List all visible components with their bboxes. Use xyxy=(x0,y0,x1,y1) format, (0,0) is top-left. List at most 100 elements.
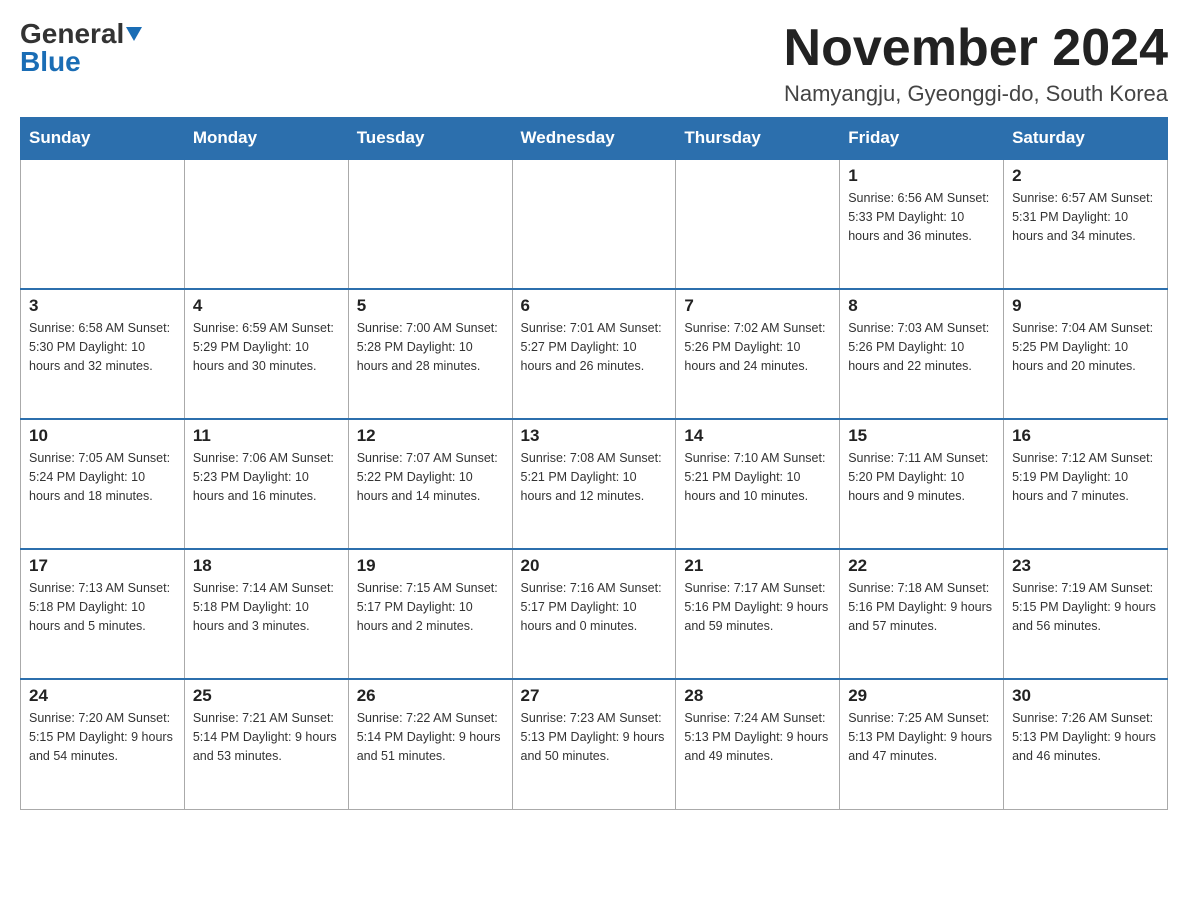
day-number: 11 xyxy=(193,426,340,446)
day-number: 13 xyxy=(521,426,668,446)
calendar-day-cell: 14 Sunrise: 7:10 AM Sunset: 5:21 PM Dayli… xyxy=(676,419,840,549)
calendar-day-cell xyxy=(676,159,840,289)
calendar-week-row: 10Sunrise: 7:05 AM Sunset: 5:24 PM Dayli… xyxy=(21,419,1168,549)
day-number: 26 xyxy=(357,686,504,706)
calendar-day-cell: 6Sunrise: 7:01 AM Sunset: 5:27 PM Daylig… xyxy=(512,289,676,419)
day-info: Sunrise: 6:57 AM Sunset: 5:31 PM Dayligh… xyxy=(1012,189,1159,245)
day-of-week-header: Thursday xyxy=(676,118,840,160)
calendar-day-cell: 15 Sunrise: 7:11 AM Sunset: 5:20 PM Dayli… xyxy=(840,419,1004,549)
day-info: Sunrise: 6:58 AM Sunset: 5:30 PM Dayligh… xyxy=(29,319,176,375)
calendar-day-cell: 3 Sunrise: 6:58 AM Sunset: 5:30 PM Daylig… xyxy=(21,289,185,419)
calendar-day-cell: 10Sunrise: 7:05 AM Sunset: 5:24 PM Dayli… xyxy=(21,419,185,549)
calendar-day-cell: 4 Sunrise: 6:59 AM Sunset: 5:29 PM Daylig… xyxy=(184,289,348,419)
day-number: 16 xyxy=(1012,426,1159,446)
calendar-week-row: 1 Sunrise: 6:56 AM Sunset: 5:33 PM Daylig… xyxy=(21,159,1168,289)
calendar-day-cell: 29Sunrise: 7:25 AM Sunset: 5:13 PM Dayli… xyxy=(840,679,1004,809)
day-info: Sunrise: 7:10 AM Sunset: 5:21 PM Dayligh… xyxy=(684,449,831,505)
calendar-day-cell xyxy=(184,159,348,289)
day-number: 17 xyxy=(29,556,176,576)
month-year-title: November 2024 xyxy=(784,20,1168,77)
day-number: 3 xyxy=(29,296,176,316)
calendar-day-cell xyxy=(348,159,512,289)
day-number: 14 xyxy=(684,426,831,446)
calendar-day-cell: 30 Sunrise: 7:26 AM Sunset: 5:13 PM Dayli… xyxy=(1004,679,1168,809)
calendar-day-cell: 20Sunrise: 7:16 AM Sunset: 5:17 PM Dayli… xyxy=(512,549,676,679)
day-of-week-header: Friday xyxy=(840,118,1004,160)
day-info: Sunrise: 7:23 AM Sunset: 5:13 PM Dayligh… xyxy=(521,709,668,765)
calendar-day-cell xyxy=(21,159,185,289)
calendar-day-cell: 9 Sunrise: 7:04 AM Sunset: 5:25 PM Daylig… xyxy=(1004,289,1168,419)
day-number: 18 xyxy=(193,556,340,576)
location-subtitle: Namyangju, Gyeonggi-do, South Korea xyxy=(784,81,1168,107)
calendar-day-cell: 26 Sunrise: 7:22 AM Sunset: 5:14 PM Dayli… xyxy=(348,679,512,809)
calendar-day-cell: 7Sunrise: 7:02 AM Sunset: 5:26 PM Daylig… xyxy=(676,289,840,419)
calendar-day-cell: 21Sunrise: 7:17 AM Sunset: 5:16 PM Dayli… xyxy=(676,549,840,679)
day-info: Sunrise: 7:11 AM Sunset: 5:20 PM Dayligh… xyxy=(848,449,995,505)
day-info: Sunrise: 7:15 AM Sunset: 5:17 PM Dayligh… xyxy=(357,579,504,635)
logo-triangle-icon xyxy=(126,27,142,41)
calendar-day-cell: 22 Sunrise: 7:18 AM Sunset: 5:16 PM Dayli… xyxy=(840,549,1004,679)
day-number: 28 xyxy=(684,686,831,706)
calendar-day-cell: 5 Sunrise: 7:00 AM Sunset: 5:28 PM Daylig… xyxy=(348,289,512,419)
calendar-day-cell: 2 Sunrise: 6:57 AM Sunset: 5:31 PM Daylig… xyxy=(1004,159,1168,289)
calendar-week-row: 3 Sunrise: 6:58 AM Sunset: 5:30 PM Daylig… xyxy=(21,289,1168,419)
day-info: Sunrise: 6:59 AM Sunset: 5:29 PM Dayligh… xyxy=(193,319,340,375)
calendar-header-row: SundayMondayTuesdayWednesdayThursdayFrid… xyxy=(21,118,1168,160)
calendar-day-cell: 8Sunrise: 7:03 AM Sunset: 5:26 PM Daylig… xyxy=(840,289,1004,419)
calendar-day-cell: 11 Sunrise: 7:06 AM Sunset: 5:23 PM Dayli… xyxy=(184,419,348,549)
logo-blue-text: Blue xyxy=(20,48,81,76)
day-info: Sunrise: 7:18 AM Sunset: 5:16 PM Dayligh… xyxy=(848,579,995,635)
day-number: 5 xyxy=(357,296,504,316)
day-info: Sunrise: 7:26 AM Sunset: 5:13 PM Dayligh… xyxy=(1012,709,1159,765)
day-info: Sunrise: 7:08 AM Sunset: 5:21 PM Dayligh… xyxy=(521,449,668,505)
day-info: Sunrise: 7:03 AM Sunset: 5:26 PM Dayligh… xyxy=(848,319,995,375)
day-of-week-header: Tuesday xyxy=(348,118,512,160)
day-info: Sunrise: 7:20 AM Sunset: 5:15 PM Dayligh… xyxy=(29,709,176,765)
calendar-table: SundayMondayTuesdayWednesdayThursdayFrid… xyxy=(20,117,1168,810)
calendar-day-cell xyxy=(512,159,676,289)
calendar-day-cell: 23Sunrise: 7:19 AM Sunset: 5:15 PM Dayli… xyxy=(1004,549,1168,679)
day-info: Sunrise: 6:56 AM Sunset: 5:33 PM Dayligh… xyxy=(848,189,995,245)
calendar-day-cell: 16 Sunrise: 7:12 AM Sunset: 5:19 PM Dayli… xyxy=(1004,419,1168,549)
day-number: 19 xyxy=(357,556,504,576)
day-info: Sunrise: 7:19 AM Sunset: 5:15 PM Dayligh… xyxy=(1012,579,1159,635)
day-number: 20 xyxy=(521,556,668,576)
day-number: 22 xyxy=(848,556,995,576)
day-number: 25 xyxy=(193,686,340,706)
calendar-day-cell: 27 Sunrise: 7:23 AM Sunset: 5:13 PM Dayli… xyxy=(512,679,676,809)
day-info: Sunrise: 7:21 AM Sunset: 5:14 PM Dayligh… xyxy=(193,709,340,765)
day-number: 15 xyxy=(848,426,995,446)
day-info: Sunrise: 7:00 AM Sunset: 5:28 PM Dayligh… xyxy=(357,319,504,375)
calendar-day-cell: 24 Sunrise: 7:20 AM Sunset: 5:15 PM Dayli… xyxy=(21,679,185,809)
day-info: Sunrise: 7:07 AM Sunset: 5:22 PM Dayligh… xyxy=(357,449,504,505)
title-block: November 2024 Namyangju, Gyeonggi-do, So… xyxy=(784,20,1168,107)
day-info: Sunrise: 7:14 AM Sunset: 5:18 PM Dayligh… xyxy=(193,579,340,635)
day-of-week-header: Sunday xyxy=(21,118,185,160)
day-info: Sunrise: 7:13 AM Sunset: 5:18 PM Dayligh… xyxy=(29,579,176,635)
logo: General Blue xyxy=(20,20,142,76)
calendar-week-row: 24 Sunrise: 7:20 AM Sunset: 5:15 PM Dayli… xyxy=(21,679,1168,809)
day-number: 4 xyxy=(193,296,340,316)
day-of-week-header: Monday xyxy=(184,118,348,160)
day-number: 24 xyxy=(29,686,176,706)
calendar-day-cell: 17 Sunrise: 7:13 AM Sunset: 5:18 PM Dayli… xyxy=(21,549,185,679)
calendar-day-cell: 25 Sunrise: 7:21 AM Sunset: 5:14 PM Dayli… xyxy=(184,679,348,809)
day-number: 27 xyxy=(521,686,668,706)
page-header: General Blue November 2024 Namyangju, Gy… xyxy=(20,20,1168,107)
day-number: 10 xyxy=(29,426,176,446)
day-number: 1 xyxy=(848,166,995,186)
day-info: Sunrise: 7:22 AM Sunset: 5:14 PM Dayligh… xyxy=(357,709,504,765)
day-info: Sunrise: 7:25 AM Sunset: 5:13 PM Dayligh… xyxy=(848,709,995,765)
day-of-week-header: Wednesday xyxy=(512,118,676,160)
day-info: Sunrise: 7:12 AM Sunset: 5:19 PM Dayligh… xyxy=(1012,449,1159,505)
calendar-day-cell: 19 Sunrise: 7:15 AM Sunset: 5:17 PM Dayli… xyxy=(348,549,512,679)
day-number: 7 xyxy=(684,296,831,316)
day-number: 6 xyxy=(521,296,668,316)
day-number: 2 xyxy=(1012,166,1159,186)
day-number: 9 xyxy=(1012,296,1159,316)
day-of-week-header: Saturday xyxy=(1004,118,1168,160)
day-info: Sunrise: 7:06 AM Sunset: 5:23 PM Dayligh… xyxy=(193,449,340,505)
day-info: Sunrise: 7:04 AM Sunset: 5:25 PM Dayligh… xyxy=(1012,319,1159,375)
day-number: 30 xyxy=(1012,686,1159,706)
calendar-week-row: 17 Sunrise: 7:13 AM Sunset: 5:18 PM Dayli… xyxy=(21,549,1168,679)
